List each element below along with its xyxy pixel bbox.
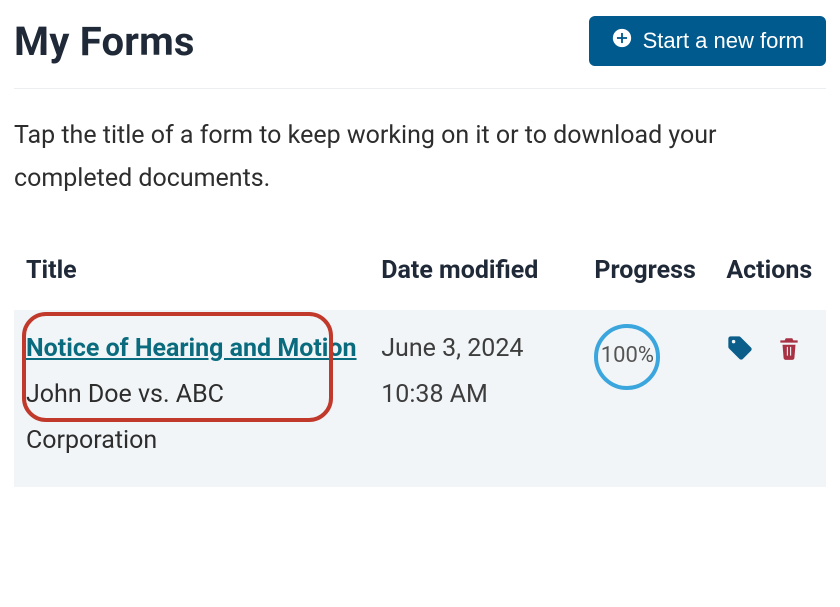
col-title: Title: [14, 240, 369, 310]
forms-table: Title Date modified Progress Actions Not…: [14, 240, 826, 487]
trash-icon[interactable]: [776, 332, 802, 378]
start-new-form-label: Start a new form: [643, 28, 804, 54]
col-progress: Progress: [582, 240, 714, 310]
page-title: My Forms: [14, 18, 195, 65]
form-title-link[interactable]: Notice of Hearing and Motion: [26, 334, 357, 363]
table-row: Notice of Hearing and Motion John Doe vs…: [14, 310, 826, 487]
table-header-row: Title Date modified Progress Actions: [14, 240, 826, 310]
date-modified-cell: June 3, 2024 10:38 AM: [369, 310, 582, 487]
instructions-text: Tap the title of a form to keep working …: [14, 115, 826, 200]
plus-circle-icon: [611, 27, 633, 55]
tag-icon[interactable]: [726, 332, 754, 378]
col-actions: Actions: [714, 240, 826, 310]
progress-value: 100%: [601, 336, 654, 377]
case-label: John Doe vs. ABC Corporation: [26, 372, 357, 465]
start-new-form-button[interactable]: Start a new form: [589, 16, 826, 66]
progress-indicator: 100%: [594, 324, 660, 390]
col-date-modified: Date modified: [369, 240, 582, 310]
page-header: My Forms Start a new form: [14, 16, 826, 89]
